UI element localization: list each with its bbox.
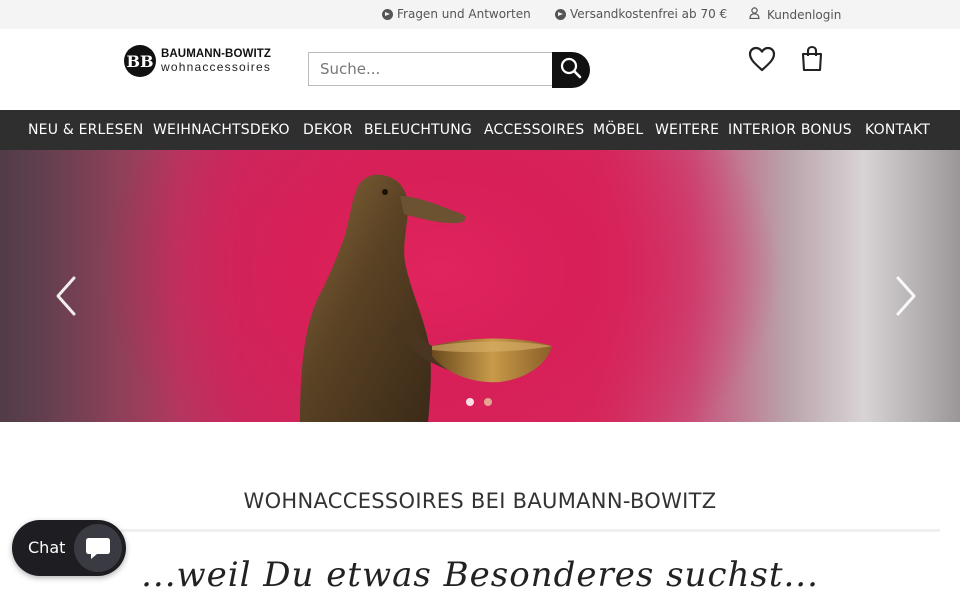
site-logo[interactable]: BB BAUMANN-BOWITZ wohnaccessoires <box>124 45 271 77</box>
nav-item-kontakt[interactable]: KONTAKT <box>865 122 930 138</box>
slider-dot-1[interactable] <box>466 398 474 406</box>
page-title: WOHNACCESSOIRES BEI BAUMANN-BOWITZ <box>243 489 717 513</box>
nav-item-interior-bonus[interactable]: INTERIOR BONUS <box>728 122 852 138</box>
slider-prev-button[interactable] <box>52 274 82 318</box>
wishlist-button[interactable] <box>748 46 776 76</box>
user-icon <box>749 7 760 22</box>
chat-label: Chat <box>28 538 66 557</box>
logo-text: BAUMANN-BOWITZ wohnaccessoires <box>161 48 271 74</box>
faq-link[interactable]: Fragen und Antworten <box>382 7 531 21</box>
site-header: BB BAUMANN-BOWITZ wohnaccessoires <box>0 29 960 110</box>
tagline: ...weil Du etwas Besonderes suchst... <box>141 555 819 595</box>
search-icon <box>560 57 582 83</box>
main-navigation: NEU & ERLESEN WEIHNACHTSDEKO DEKOR BELEU… <box>0 110 960 150</box>
shipping-info-link[interactable]: Versandkostenfrei ab 70 € <box>555 7 727 21</box>
nav-item-neu-erlesen[interactable]: NEU & ERLESEN <box>28 122 143 138</box>
faq-label: Fragen und Antworten <box>397 7 531 21</box>
slider-pagination <box>466 398 492 406</box>
logo-line2: wohnaccessoires <box>161 60 272 74</box>
nav-item-weitere[interactable]: WEITERE <box>655 122 719 138</box>
cart-button[interactable] <box>800 45 824 76</box>
chevron-right-icon <box>896 276 916 316</box>
shipping-label: Versandkostenfrei ab 70 € <box>570 7 728 21</box>
nav-item-accessoires[interactable]: ACCESSOIRES <box>484 122 584 138</box>
nav-item-moebel[interactable]: MÖBEL <box>593 122 643 138</box>
chevron-left-icon <box>56 276 76 316</box>
circle-arrow-icon <box>555 8 566 20</box>
heart-icon <box>748 46 776 76</box>
title-divider <box>120 529 940 532</box>
search-button[interactable] <box>552 52 590 88</box>
customer-login-link[interactable]: Kundenlogin <box>749 7 841 22</box>
slider-next-button[interactable] <box>890 274 920 318</box>
logo-mark: BB <box>124 45 156 77</box>
search-input[interactable] <box>308 52 552 86</box>
login-label: Kundenlogin <box>767 7 842 22</box>
search-form <box>308 52 590 88</box>
nav-item-beleuchtung[interactable]: BELEUCHTUNG <box>364 122 472 138</box>
chat-button[interactable]: Chat <box>12 520 126 576</box>
circle-arrow-icon <box>382 8 393 20</box>
hero-duck-image <box>300 174 552 422</box>
chat-bubble-icon <box>74 524 122 572</box>
shopping-bag-icon <box>800 45 824 76</box>
slider-dot-2[interactable] <box>484 398 492 406</box>
nav-item-dekor[interactable]: DEKOR <box>303 122 353 138</box>
top-utility-bar: Fragen und Antworten Versandkostenfrei a… <box>0 0 960 29</box>
nav-item-weihnachtsdeko[interactable]: WEIHNACHTSDEKO <box>153 122 290 138</box>
hero-slider <box>0 150 960 422</box>
